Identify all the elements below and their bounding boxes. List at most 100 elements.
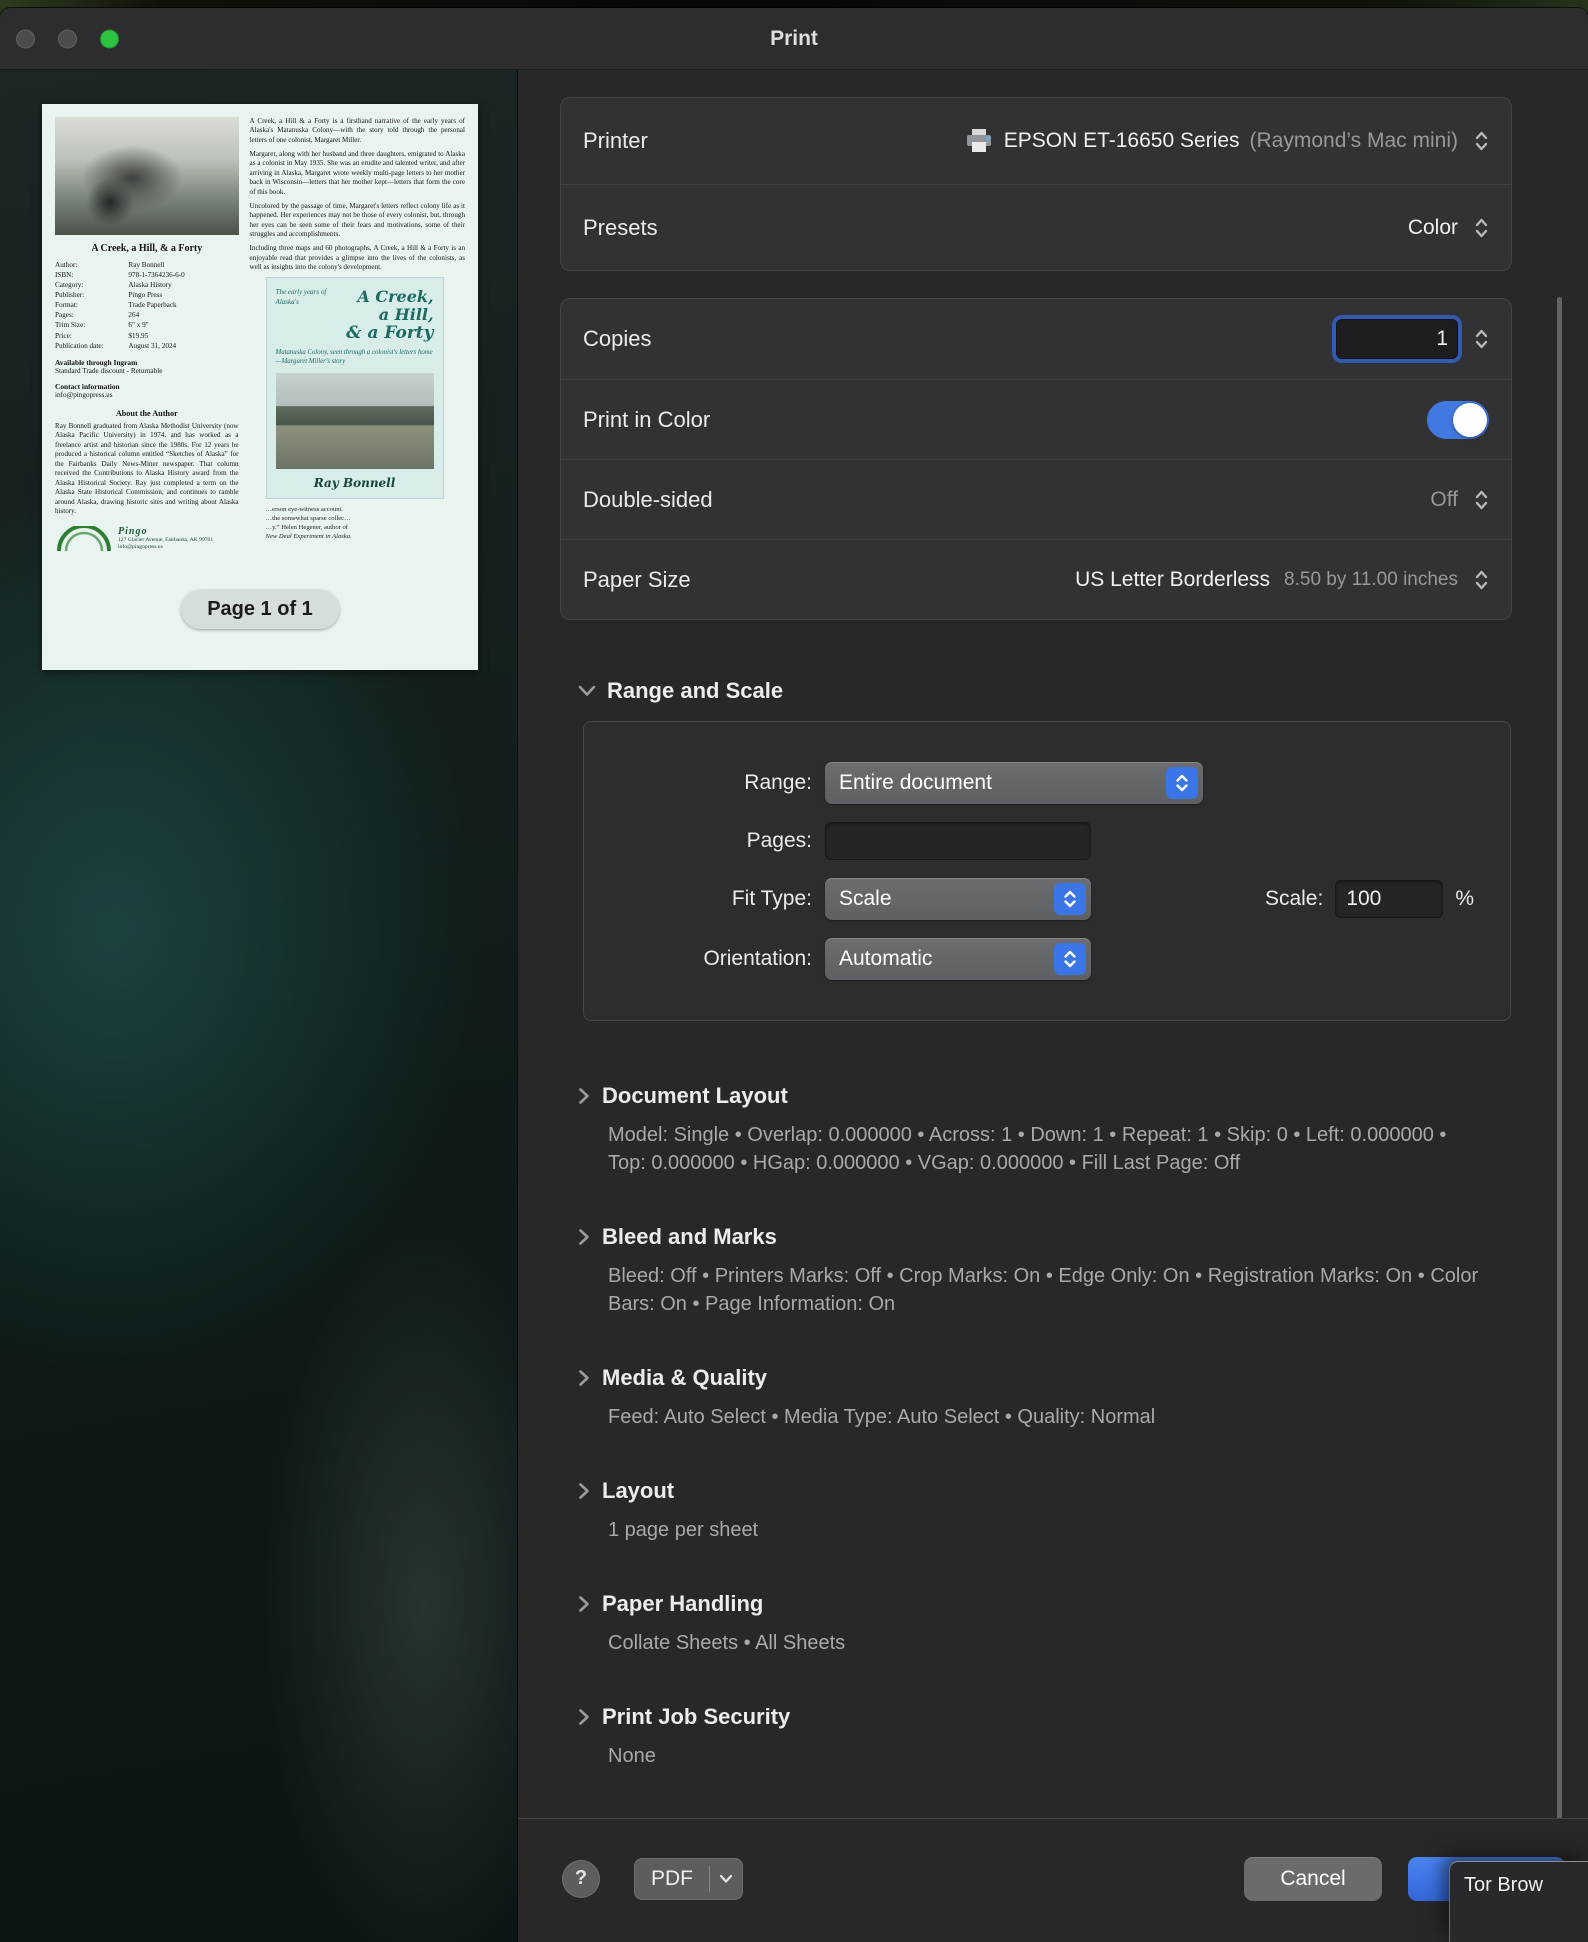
overlapping-window-title: Tor Brow	[1464, 1874, 1543, 1896]
close-window-button[interactable]	[16, 29, 35, 48]
stepper-icon[interactable]	[1474, 128, 1489, 154]
range-and-scale-title: Range and Scale	[607, 678, 784, 703]
popup-stepper-icon	[1054, 883, 1086, 915]
print-in-color-toggle[interactable]	[1427, 400, 1489, 439]
settings-scroll-area: Printer EPSON ET-16650 Series (Raymond’s…	[518, 70, 1588, 1818]
pages-label: Pages:	[746, 829, 812, 852]
copies-controls: 1	[1336, 319, 1489, 359]
range-and-scale-header[interactable]: Range and Scale	[578, 676, 1512, 706]
section-header[interactable]: Media & Quality	[578, 1363, 1512, 1393]
range-label: Range:	[744, 771, 812, 794]
cover-title: A Creek, a Hill, & a Forty	[346, 287, 434, 344]
section-summary: None	[608, 1745, 656, 1767]
presets-value: Color	[1407, 215, 1458, 239]
printer-icon	[966, 129, 991, 152]
publisher-name: Pingo	[118, 526, 148, 538]
orientation-value: Automatic	[839, 947, 933, 970]
pdf-label: PDF	[651, 1866, 693, 1890]
chevron-right-icon	[579, 1709, 589, 1725]
meta-row: Author: Ray Bonnell	[55, 261, 165, 269]
copies-stepper[interactable]	[1474, 326, 1489, 352]
traffic-lights	[16, 29, 119, 48]
range-value: Entire document	[839, 771, 992, 794]
presets-label: Presets	[583, 214, 658, 240]
vertical-scrollbar[interactable]	[1557, 297, 1562, 1820]
section-bleed-and-marks: Bleed and Marks Bleed: Off • Printers Ma…	[578, 1222, 1512, 1318]
range-row: Range: Entire document	[584, 762, 1510, 804]
range-and-scale-box: Range: Entire document Pages: Fit Type: …	[583, 721, 1511, 1021]
cover-kicker: The early years of Alaska's	[275, 288, 327, 306]
chevron-right-icon	[579, 1088, 589, 1104]
flyer-book-title: A Creek, a Hill, & a Forty	[91, 243, 203, 254]
cancel-button[interactable]: Cancel	[1244, 1856, 1382, 1901]
flyer-paragraph: A Creek, a Hill & a Forty is a firsthand…	[249, 117, 465, 144]
title-bar[interactable]: Print	[0, 8, 1588, 70]
dialog-footer: ? PDF Cancel Print	[518, 1818, 1588, 1942]
presets-popup[interactable]: Color	[1408, 215, 1489, 241]
fit-type-popup[interactable]: Scale	[825, 878, 1091, 920]
stepper-icon[interactable]	[1474, 215, 1489, 241]
pages-input[interactable]	[825, 822, 1091, 860]
print-in-color-row: Print in Color	[561, 379, 1511, 459]
help-button[interactable]: ?	[562, 1859, 600, 1898]
section-media-quality: Media & Quality Feed: Auto Select • Medi…	[578, 1363, 1512, 1431]
chevron-right-icon	[579, 1483, 589, 1499]
paper-size-popup[interactable]: US Letter Borderless 8.50 by 11.00 inche…	[1075, 567, 1489, 593]
minimize-window-button[interactable]	[58, 29, 77, 48]
section-header[interactable]: Print Job Security	[578, 1702, 1512, 1732]
paper-size-value: US Letter Borderless	[1075, 567, 1271, 591]
chevron-down-icon	[710, 1874, 742, 1884]
meta-row: Trim Size: 6" x 9"	[55, 321, 149, 330]
double-sided-popup[interactable]: Off	[1430, 487, 1489, 513]
orientation-popup[interactable]: Automatic	[825, 938, 1091, 980]
flyer-paragraph: Margaret, along with her husband and thr…	[249, 150, 465, 196]
range-popup[interactable]: Entire document	[825, 762, 1203, 804]
stepper-icon[interactable]	[1474, 567, 1489, 593]
publisher-text-block: Pingo 127 Glacier Avenue, Fairbanks, AK …	[118, 526, 213, 552]
section-layout: Layout 1 page per sheet	[578, 1476, 1512, 1544]
flyer-paragraph: Including three maps and 60 photographs,…	[249, 244, 465, 272]
publisher-email: info@pingopress.us	[118, 544, 163, 551]
review-quote: …erson eye-witness account. …the somewha…	[265, 505, 352, 541]
chevron-right-icon	[579, 1370, 589, 1386]
zoom-window-button[interactable]	[100, 29, 119, 48]
meta-row: ISBN: 978-1-7364236-6-0	[55, 271, 185, 280]
about-author-title: About the Author	[115, 408, 178, 418]
chevron-right-icon	[579, 1229, 589, 1245]
section-header[interactable]: Document Layout	[578, 1081, 1512, 1111]
scale-value: 100	[1346, 887, 1382, 910]
pdf-menu-button[interactable]: PDF	[634, 1857, 743, 1900]
copies-input[interactable]: 1	[1336, 319, 1458, 359]
popup-stepper-icon	[1054, 943, 1086, 975]
scale-label: Scale:	[1264, 887, 1324, 910]
scale-input[interactable]: 100	[1335, 880, 1444, 918]
contact-text: info@pingopress.us	[55, 390, 113, 399]
section-summary: 1 page per sheet	[608, 1519, 759, 1541]
section-summary: Model: Single • Overlap: 0.000000 • Acro…	[608, 1124, 1447, 1174]
section-header[interactable]: Layout	[578, 1476, 1512, 1506]
cover-author-signature: Ray Bonnell	[313, 475, 396, 490]
printer-row: Printer EPSON ET-16650 Series (Raymond’s…	[561, 98, 1511, 184]
print-dialog-window: Print A Creek, a Hill, & a Forty Author:…	[0, 8, 1588, 1942]
printer-popup[interactable]: EPSON ET-16650 Series (Raymond’s Mac min…	[964, 128, 1489, 154]
double-sided-row: Double-sided Off	[561, 459, 1511, 539]
section-header[interactable]: Paper Handling	[578, 1589, 1512, 1619]
book-cover: The early years of Alaska's A Creek, a H…	[265, 277, 444, 499]
pingo-press-logo-icon	[57, 525, 111, 551]
meta-row: Pages: 264	[55, 311, 140, 320]
pages-row: Pages:	[584, 822, 1510, 860]
collapsed-sections: Document Layout Model: Single • Overlap:…	[578, 1081, 1512, 1770]
paper-size-dimensions: 8.50 by 11.00 inches	[1284, 568, 1458, 590]
flyer-left-column: A Creek, a Hill, & a Forty Author: Ray Bo…	[55, 117, 239, 657]
stepper-icon[interactable]	[1474, 487, 1489, 513]
section-header[interactable]: Bleed and Marks	[578, 1222, 1512, 1252]
tractor-photo	[55, 117, 239, 235]
flyer-paragraph: Uncolored by the passage of time, Margar…	[249, 201, 465, 238]
scale-group: Scale: 100 %	[1265, 880, 1474, 918]
meta-row: Category: Alaska History	[55, 281, 172, 290]
overlapping-window-corner[interactable]: Tor Brow	[1449, 1861, 1588, 1942]
printer-presets-group: Printer EPSON ET-16650 Series (Raymond’s…	[560, 97, 1512, 271]
scale-unit: %	[1455, 887, 1474, 910]
preview-page: A Creek, a Hill, & a Forty Author: Ray Bo…	[42, 104, 478, 670]
meta-row: Format: Trade Paperback	[55, 301, 177, 310]
